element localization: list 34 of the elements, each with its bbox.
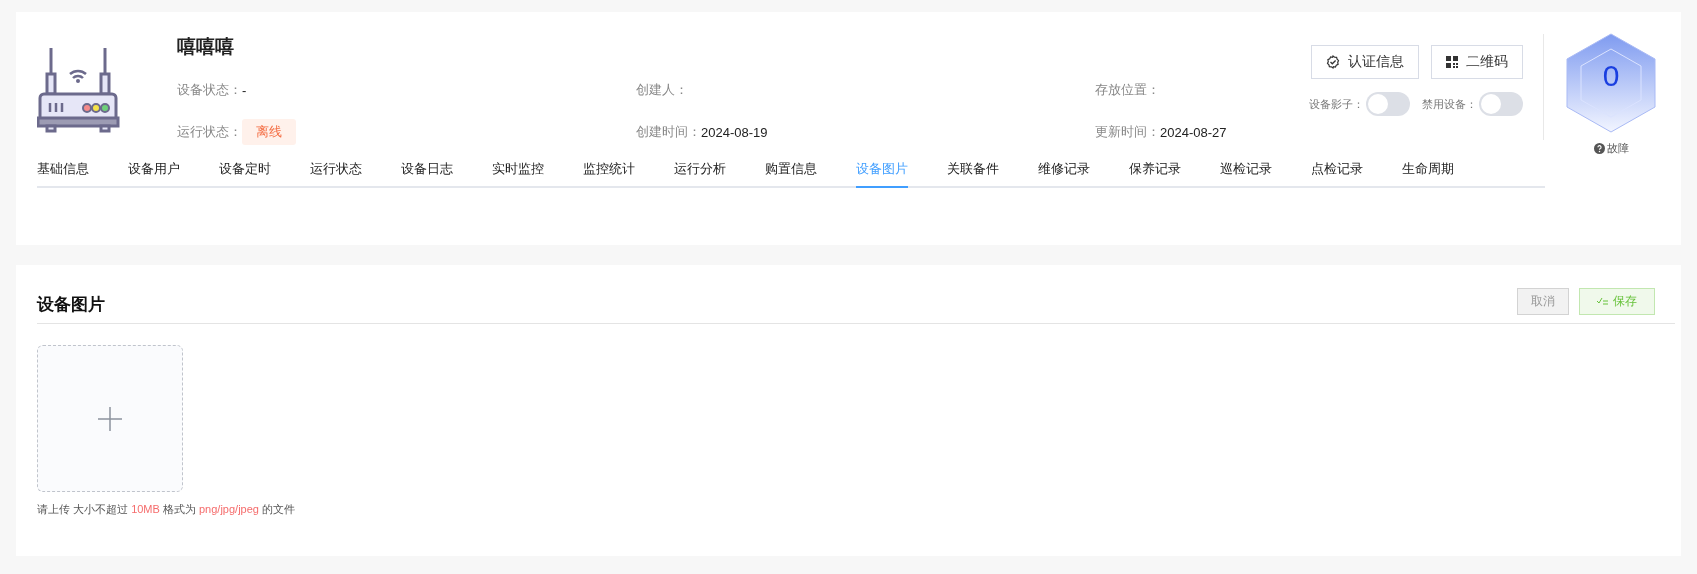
tab[interactable]: 监控统计 (583, 160, 635, 188)
field-label: 设备状态： (177, 81, 242, 99)
device-name: 嘻嘻嘻 (177, 35, 234, 59)
tab[interactable]: 基础信息 (37, 160, 89, 188)
field-value: 2024-08-19 (701, 124, 768, 140)
field-label: 创建时间： (636, 123, 701, 141)
qr-code-button[interactable]: 二维码 (1431, 45, 1523, 79)
tab[interactable]: 设备用户 (128, 160, 180, 188)
tab[interactable]: 维修记录 (1038, 160, 1090, 188)
fault-label: 故障 (1606, 141, 1629, 156)
tab[interactable]: 保养记录 (1129, 160, 1181, 188)
tab[interactable]: 点检记录 (1311, 160, 1363, 188)
field-label: 创建人： (636, 81, 688, 99)
field-value: 2024-08-27 (1160, 124, 1227, 140)
tab[interactable]: 设备定时 (219, 160, 271, 188)
tab[interactable]: 设备日志 (401, 160, 453, 188)
tab[interactable]: 实时监控 (492, 160, 544, 188)
field-label: 更新时间： (1095, 123, 1160, 141)
field-value: - (242, 82, 247, 98)
tab[interactable]: 运行状态 (310, 160, 362, 188)
field-label: 运行状态： (177, 123, 242, 141)
tab[interactable]: 巡检记录 (1220, 160, 1272, 188)
status-badge: 离线 (242, 119, 296, 145)
toggle-label: 设备影子： (1309, 96, 1364, 112)
field-label: 存放位置： (1095, 81, 1160, 99)
fault-count-badge: 0 (1566, 33, 1656, 133)
tab[interactable]: 购置信息 (765, 160, 817, 188)
toggle-label: 禁用设备： (1422, 96, 1477, 112)
upload-hint: 请上传 大小不超过 10MB 格式为 png/jpg/jpeg 的文件 (37, 502, 295, 517)
section-title: 设备图片 (37, 293, 105, 316)
tab[interactable]: 运行分析 (674, 160, 726, 188)
tab[interactable]: 关联备件 (947, 160, 999, 188)
tab[interactable]: 生命周期 (1402, 160, 1454, 188)
certification-button[interactable]: 认证信息 (1311, 45, 1419, 79)
